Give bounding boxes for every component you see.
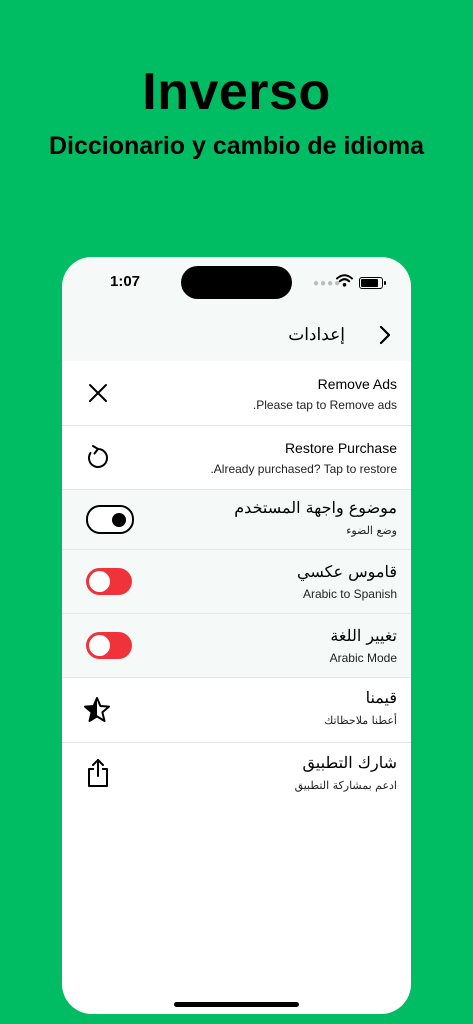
page-title: إعدادات [288, 325, 345, 345]
row-title: تغيير اللغة [330, 626, 397, 645]
refresh-icon [88, 445, 108, 468]
row-title: قاموس عكسي [297, 562, 397, 581]
promo-subtitle: Diccionario y cambio de idioma [48, 132, 425, 160]
language-toggle[interactable] [86, 632, 132, 659]
reverse-dictionary-row: قاموس عكسي Arabic to Spanish [62, 550, 411, 614]
settings-list: Remove Ads .Please tap to Remove ads Res… [62, 361, 411, 807]
promo-title: Inverso [142, 63, 331, 121]
theme-toggle[interactable] [86, 505, 134, 534]
row-subtitle: أعطنا ملاحظاتك [324, 714, 397, 727]
row-title: قيمنا [365, 688, 397, 707]
row-title: موضوع واجهة المستخدم [234, 498, 397, 517]
close-icon [89, 384, 107, 402]
row-title: Restore Purchase [284, 440, 397, 456]
change-language-row: تغيير اللغة Arabic Mode [62, 614, 411, 678]
row-subtitle: Arabic to Spanish [302, 587, 397, 601]
share-app-row[interactable]: شارك التطبيق ادعم بمشاركة التطبيق [62, 743, 411, 807]
chevron-right-icon[interactable] [379, 325, 391, 345]
home-indicator[interactable] [174, 1002, 299, 1007]
share-icon [88, 759, 108, 787]
restore-purchase-row[interactable]: Restore Purchase .Already purchased? Tap… [62, 426, 411, 490]
ui-theme-row: موضوع واجهة المستخدم وضع الضوء [62, 490, 411, 550]
row-subtitle: Arabic Mode [329, 651, 397, 665]
nav-bar: إعدادات [62, 309, 411, 361]
status-bar: 1:07 ●●●● [62, 257, 411, 309]
phone-screen: 1:07 ●●●● إعدادات Remove Ads .Please tap… [62, 257, 411, 1014]
row-title: شارك التطبيق [302, 753, 397, 772]
remove-ads-row[interactable]: Remove Ads .Please tap to Remove ads [62, 361, 411, 426]
rate-us-row[interactable]: قيمنا أعطنا ملاحظاتك [62, 678, 411, 743]
row-subtitle: وضع الضوء [346, 524, 397, 537]
row-subtitle: .Please tap to Remove ads [252, 398, 397, 412]
row-title: Remove Ads [317, 376, 397, 392]
reverse-dictionary-toggle[interactable] [86, 568, 132, 595]
row-subtitle: .Already purchased? Tap to restore [210, 462, 397, 476]
dynamic-island [181, 266, 292, 299]
wifi-icon [336, 274, 353, 287]
row-subtitle: ادعم بمشاركة التطبيق [294, 779, 397, 792]
star-icon [84, 697, 110, 722]
battery-icon [359, 277, 386, 289]
status-time: 1:07 [110, 273, 141, 290]
